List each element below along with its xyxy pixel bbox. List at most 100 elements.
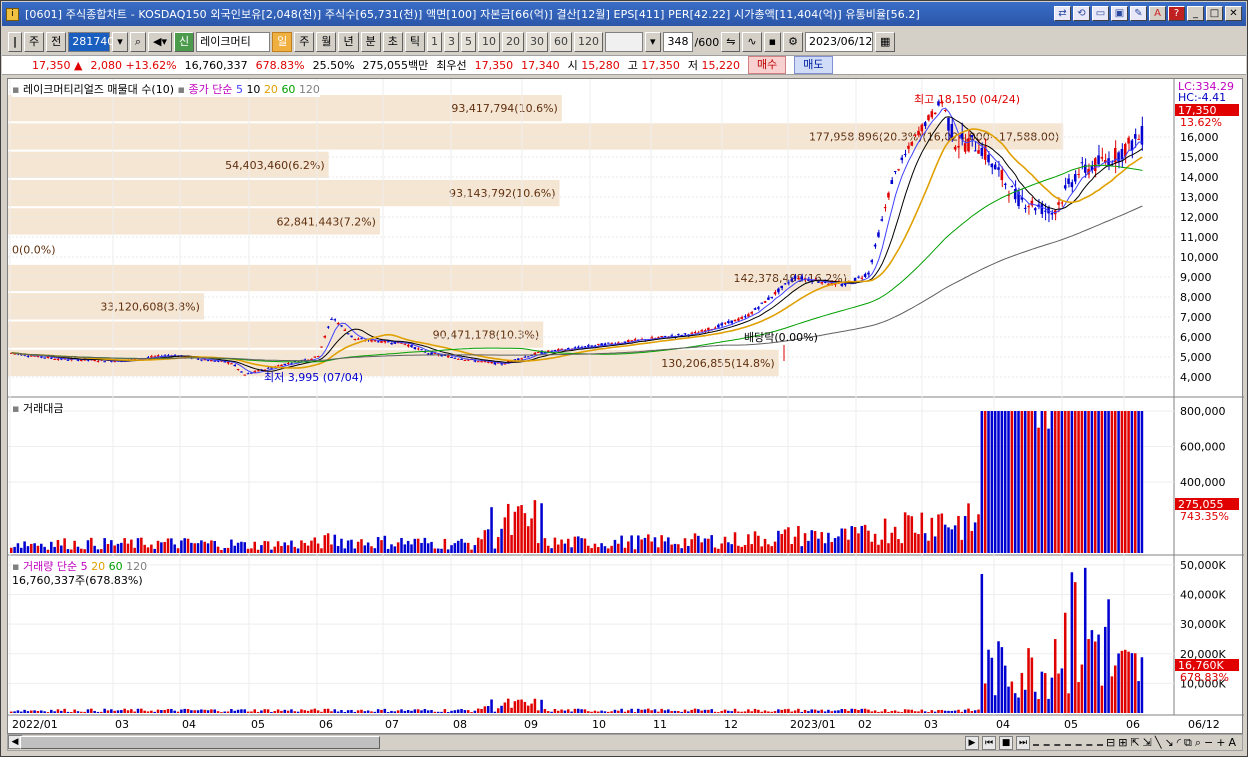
minute-20-button[interactable]: 20: [501, 32, 524, 52]
link-icon[interactable]: ⇄: [1054, 6, 1071, 21]
maximize-button[interactable]: □: [1206, 6, 1223, 21]
candle-body: [747, 314, 750, 317]
font-size-icon[interactable]: A: [1228, 736, 1236, 749]
window-icon[interactable]: ▭: [1092, 6, 1109, 21]
zoom-out-icon[interactable]: −: [1204, 736, 1213, 749]
period-tick-tab[interactable]: 틱: [404, 32, 425, 52]
amount-bar: [353, 548, 357, 553]
volume-bar: [476, 708, 480, 713]
stop-icon[interactable]: ■: [999, 735, 1014, 750]
first-icon[interactable]: ⏮: [982, 735, 997, 750]
volume-bar: [1077, 682, 1080, 713]
zoom-in-icon[interactable]: +: [1216, 736, 1225, 749]
horizontal-scrollbar[interactable]: ◀ ▶ ⏮ ■ ⏭ ⊟ ⊞ ⇱ ⇲ ╲ ↘ ◜ ⧉ ⌕ − + A: [7, 734, 1243, 751]
x-tick-label: 06/12: [1188, 718, 1220, 731]
draw-ray-icon[interactable]: ↘: [1165, 736, 1174, 749]
candle-body: [910, 142, 914, 146]
calendar-icon[interactable]: ▦: [874, 32, 896, 52]
candle-body: [720, 323, 723, 326]
draw-line-icon[interactable]: ╲: [1155, 736, 1162, 749]
volume-bar: [140, 708, 143, 713]
edit-icon[interactable]: ✎: [1130, 6, 1147, 21]
period-week-tab[interactable]: 주: [294, 32, 315, 52]
volume-bar: [80, 711, 83, 713]
stock-code-input[interactable]: 281740: [68, 32, 114, 52]
search-icon[interactable]: ⌕: [129, 32, 146, 52]
split-icon[interactable]: ⊞: [1118, 736, 1127, 749]
candle-body: [536, 351, 540, 353]
minute-5-button[interactable]: 5: [460, 32, 476, 52]
custom-period-dropdown-icon[interactable]: ▾: [644, 32, 661, 52]
candle-body: [607, 342, 610, 344]
minute-60-button[interactable]: 60: [549, 32, 572, 52]
date-input[interactable]: 2023/06/12: [804, 32, 873, 52]
chart-type-icon[interactable]: |: [8, 32, 23, 52]
volume-bar: [116, 710, 120, 713]
chart-area[interactable]: 93,417,794(10.6%) 177,958,896(20.3%)(16,0…: [7, 78, 1244, 735]
volume-bar: [720, 710, 723, 713]
market-type-select[interactable]: 주: [24, 32, 45, 52]
custom-period-input[interactable]: [604, 32, 643, 52]
amount-bar: [980, 411, 984, 553]
settings-icon[interactable]: ⚙: [783, 32, 803, 52]
shrink-icon[interactable]: ⇲: [1143, 736, 1152, 749]
x-tick-label: 2023/01: [790, 718, 836, 731]
minute-1-button[interactable]: 1: [426, 32, 442, 52]
volume-bar: [563, 710, 567, 713]
close-button[interactable]: ✕: [1225, 6, 1242, 21]
period-year-tab[interactable]: 년: [338, 32, 359, 52]
prev-button[interactable]: 전: [46, 32, 67, 52]
amount-bar: [627, 541, 630, 553]
amount-bar: [213, 540, 216, 553]
volume-bar: [1073, 582, 1077, 713]
sell-button[interactable]: 매도: [794, 56, 833, 74]
period-minute-tab[interactable]: 분: [360, 32, 381, 52]
amount-bar: [653, 537, 657, 553]
volume-bar: [883, 709, 887, 713]
chart-canvas[interactable]: 93,417,794(10.6%)177,958,896(20.3%)(16,0…: [8, 79, 1244, 735]
zoom-icon[interactable]: ⌕: [1195, 736, 1201, 750]
layout-icon[interactable]: ⊟: [1106, 736, 1115, 749]
font-icon[interactable]: A: [1149, 6, 1166, 21]
period-second-tab[interactable]: 초: [382, 32, 403, 52]
minute-3-button[interactable]: 3: [443, 32, 459, 52]
copy-icon[interactable]: ⧉: [1184, 736, 1192, 750]
indicator-icon[interactable]: ∿: [742, 32, 762, 52]
period-day-tab[interactable]: 일: [272, 32, 293, 52]
buy-button[interactable]: 매수: [748, 56, 787, 74]
volume-bar: [526, 705, 530, 713]
volume-bar: [847, 710, 850, 713]
volume-bar: [310, 709, 313, 713]
monitor-icon[interactable]: ▣: [1111, 6, 1128, 21]
save-icon[interactable]: ▪: [763, 32, 782, 52]
volume-bar: [236, 709, 240, 713]
scroll-thumb[interactable]: [20, 736, 380, 749]
amount-bar: [356, 541, 360, 553]
minute-30-button[interactable]: 30: [525, 32, 548, 52]
sync-icon[interactable]: ⟲: [1073, 6, 1090, 21]
data-count-input[interactable]: 348: [662, 32, 693, 52]
speaker-icon[interactable]: ◀▾: [147, 32, 172, 52]
amount-bar: [687, 545, 690, 553]
amount-bar: [580, 538, 583, 553]
candle-body: [53, 358, 56, 360]
amount-tick-label: 600,000: [1180, 441, 1226, 454]
play-icon[interactable]: ▶: [965, 735, 980, 750]
minimize-button[interactable]: _: [1187, 6, 1204, 21]
amount-bar: [243, 542, 247, 553]
help-icon[interactable]: ?: [1168, 6, 1185, 21]
period-month-tab[interactable]: 월: [316, 32, 337, 52]
candle-body: [987, 154, 990, 163]
compare-icon[interactable]: ⇋: [721, 32, 741, 52]
last-icon[interactable]: ⏭: [1016, 735, 1031, 750]
candle-body: [660, 336, 663, 338]
volume-bar: [753, 708, 757, 713]
zoom-slider[interactable]: [1033, 740, 1104, 746]
volume-bar: [663, 710, 667, 713]
code-dropdown-icon[interactable]: ▾: [112, 32, 128, 52]
minute-10-button[interactable]: 10: [477, 32, 500, 52]
draw-arc-icon[interactable]: ◜: [1177, 736, 1181, 749]
volume-bar: [1000, 647, 1004, 713]
expand-icon[interactable]: ⇱: [1130, 736, 1139, 749]
minute-120-button[interactable]: 120: [573, 32, 603, 52]
